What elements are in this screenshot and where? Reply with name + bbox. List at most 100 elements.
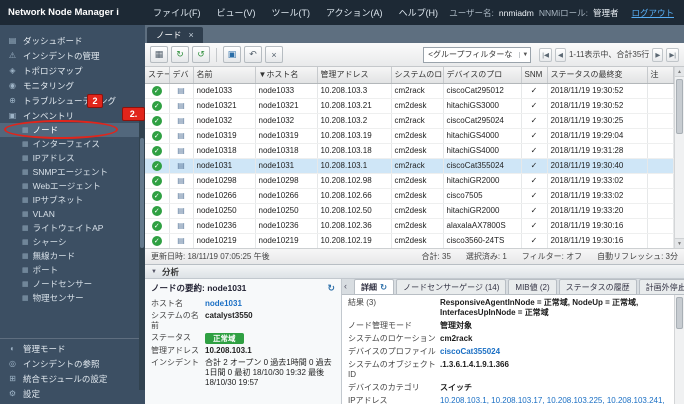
cell-profile-link[interactable]: hitachiGR2000 <box>443 173 521 188</box>
sidebar-item-incident-management[interactable]: ⚠ インシデントの管理 <box>0 48 145 63</box>
analysis-header[interactable]: ▼ 分析 <box>145 265 684 279</box>
col-hostname[interactable]: ▼ホスト名 <box>255 67 317 83</box>
refresh-icon[interactable]: ↻ <box>327 283 335 294</box>
table-row[interactable]: ✓ ▤ node10250 node10250 10.208.102.50 cm… <box>145 203 674 218</box>
sidebar-item-label: SNMPエージェント <box>33 166 108 178</box>
sidebar-item-web-agents[interactable]: ▦ Webエージェント <box>0 179 145 193</box>
table-row[interactable]: ✓ ▤ node1032 node1032 10.208.103.2 cm2ra… <box>145 113 674 128</box>
sidebar-item-management-mode[interactable]: ◐ 管理モード <box>0 341 145 356</box>
refresh-icon[interactable]: ↻ <box>380 282 387 293</box>
sidebar-item-settings[interactable]: ⚙ 設定 <box>0 386 145 401</box>
col-snmp[interactable]: SNM <box>521 67 547 83</box>
sidebar-item-lightweight-ap[interactable]: ▦ ライトウェイトAP <box>0 221 145 235</box>
sys-location-label: システムのロケーション <box>348 334 440 344</box>
menu-view[interactable]: ビュー(V) <box>217 6 256 19</box>
hostname-link[interactable]: node1031 <box>205 299 335 309</box>
details-scrollbar-thumb[interactable] <box>676 297 683 329</box>
close-icon[interactable]: × <box>189 30 194 40</box>
col-sys-location[interactable]: システムのロケ <box>391 67 443 83</box>
cell-profile-link[interactable]: hitachiGS4000 <box>443 143 521 158</box>
last-page-button[interactable]: ▶| <box>666 48 679 62</box>
table-row[interactable]: ✓ ▤ node10321 node10321 10.208.103.21 cm… <box>145 98 674 113</box>
chevron-right-icon[interactable]: › <box>679 281 682 291</box>
col-mgmt-address[interactable]: 管理アドレス <box>317 67 391 83</box>
cell-profile-link[interactable]: hitachiGS4000 <box>443 128 521 143</box>
table-row[interactable]: ✓ ▤ node10318 node10318 10.208.103.18 cm… <box>145 143 674 158</box>
menu-help[interactable]: ヘルプ(H) <box>399 6 439 19</box>
refresh-all-button[interactable]: ↺ <box>192 46 210 63</box>
group-filter-select[interactable]: <グループフィルターな ▼ <box>423 47 531 63</box>
sidebar-item-interfaces[interactable]: ▦ インターフェイス <box>0 137 145 151</box>
details-scrollbar[interactable] <box>674 295 684 404</box>
table-row[interactable]: ✓ ▤ node1033 node1033 10.208.103.3 cm2ra… <box>145 83 674 98</box>
save-button[interactable]: ▣ <box>223 46 241 63</box>
sidebar-item-snmp-agents[interactable]: ▦ SNMPエージェント <box>0 165 145 179</box>
cell-profile-link[interactable]: ciscoCat295024 <box>443 113 521 128</box>
sidebar-item-troubleshooting[interactable]: ⊕ トラブルシューティング <box>0 93 145 108</box>
first-page-button[interactable]: |◀ <box>539 48 552 62</box>
sidebar-item-ip-subnets[interactable]: ▦ IPサブネット <box>0 193 145 207</box>
sidebar-item-vlan[interactable]: ▦ VLAN <box>0 207 145 221</box>
mgmt-mode-label: ノード管理モード <box>348 321 440 331</box>
sidebar-item-ports[interactable]: ▦ ポート <box>0 263 145 277</box>
table-scrollbar[interactable]: ▲ ▼ <box>674 67 684 248</box>
menu-file[interactable]: ファイル(F) <box>153 6 201 19</box>
col-name[interactable]: 名前 <box>193 67 255 83</box>
device-profile-link[interactable]: ciscoCat355024 <box>440 347 673 357</box>
cell-profile-link[interactable]: cisco7505 <box>443 188 521 203</box>
tab-outage[interactable]: 計画外停止 <box>639 279 684 294</box>
sidebar-item-dashboard[interactable]: ▤ ダッシュボード <box>0 33 145 48</box>
ip-addresses-links[interactable]: 10.208.103.1, 10.208.103.17, 10.208.103.… <box>440 396 673 404</box>
sidebar-item-incident-browsing[interactable]: ◎ インシデントの参照 <box>0 356 145 371</box>
next-page-button[interactable]: ▶ <box>652 48 663 62</box>
col-status[interactable]: ステータ <box>145 67 169 83</box>
tab-mib-values[interactable]: MIB値 (2) <box>508 279 556 294</box>
status-normal-icon: ✓ <box>152 176 162 186</box>
table-row[interactable]: ✓ ▤ node10236 node10236 10.208.102.36 cm… <box>145 218 674 233</box>
tab-label: MIB値 (2) <box>515 282 549 293</box>
scroll-up-icon[interactable]: ▲ <box>675 67 684 77</box>
chevron-left-icon[interactable]: ‹ <box>344 281 347 291</box>
prev-page-button[interactable]: ◀ <box>555 48 566 62</box>
sidebar-item-label: インシデントの参照 <box>23 358 100 370</box>
col-device[interactable]: デバ <box>169 67 193 83</box>
undo-button[interactable]: ↶ <box>244 46 262 63</box>
sidebar-item-wireless-card[interactable]: ▦ 無線カード <box>0 249 145 263</box>
logout-link[interactable]: ログアウト <box>631 7 674 19</box>
col-device-profile[interactable]: デバイスのプロ <box>443 67 521 83</box>
cell-profile-link[interactable]: hitachiGR2000 <box>443 203 521 218</box>
sidebar-item-node-sensors[interactable]: ▦ ノードセンサー <box>0 277 145 291</box>
table-row[interactable]: ✓ ▤ node10219 node10219 10.208.102.19 cm… <box>145 233 674 248</box>
sidebar-item-integration-module-config[interactable]: ⊞ 統合モジュールの設定 <box>0 371 145 386</box>
table-scrollbar-thumb[interactable] <box>676 79 683 134</box>
tab-nodes[interactable]: ノード × <box>147 27 203 43</box>
cell-profile-link[interactable]: hitachiGS3000 <box>443 98 521 113</box>
cell-profile-link[interactable]: ciscoCat355024 <box>443 158 521 173</box>
table-row[interactable]: ✓ ▤ node10319 node10319 10.208.103.19 cm… <box>145 128 674 143</box>
col-notes[interactable]: 注 <box>647 67 674 83</box>
sidebar-scrollbar-thumb[interactable] <box>140 138 144 248</box>
delete-button[interactable]: × <box>265 46 283 63</box>
sidebar-item-monitoring[interactable]: ◉ モニタリング <box>0 78 145 93</box>
sidebar-item-ip-addresses[interactable]: ▦ IPアドレス <box>0 151 145 165</box>
sidebar-item-label: モニタリング <box>23 80 74 92</box>
cell-profile-link[interactable]: cisco3560-24TS <box>443 233 521 248</box>
open-view-button[interactable]: ▦ <box>150 46 168 63</box>
sidebar-item-physical-sensors[interactable]: ▦ 物理センサー <box>0 291 145 305</box>
menu-tools[interactable]: ツール(T) <box>272 6 311 19</box>
tab-details[interactable]: 詳細 ↻ <box>354 279 394 294</box>
module-icon: ⊞ <box>7 374 18 383</box>
sidebar-item-chassis[interactable]: ▦ シャーシ <box>0 235 145 249</box>
sidebar-item-topology-map[interactable]: ◈ トポロジマップ <box>0 63 145 78</box>
tab-status-history[interactable]: ステータスの履歴 <box>559 279 637 294</box>
tab-node-sensor-gauges[interactable]: ノードセンサーゲージ (14) <box>396 279 506 294</box>
table-row-selected[interactable]: ✓ ▤ node1031 node1031 10.208.103.1 cm2ra… <box>145 158 674 173</box>
scroll-down-icon[interactable]: ▼ <box>675 238 684 248</box>
menu-actions[interactable]: アクション(A) <box>326 6 383 19</box>
table-row[interactable]: ✓ ▤ node10266 node10266 10.208.102.66 cm… <box>145 188 674 203</box>
cell-profile-link[interactable]: alaxalaAX7800S <box>443 218 521 233</box>
col-status-changed[interactable]: ステータスの最終変 <box>547 67 647 83</box>
cell-profile-link[interactable]: ciscoCat295012 <box>443 83 521 98</box>
refresh-button[interactable]: ↻ <box>171 46 189 63</box>
table-row[interactable]: ✓ ▤ node10298 node10298 10.208.102.98 cm… <box>145 173 674 188</box>
